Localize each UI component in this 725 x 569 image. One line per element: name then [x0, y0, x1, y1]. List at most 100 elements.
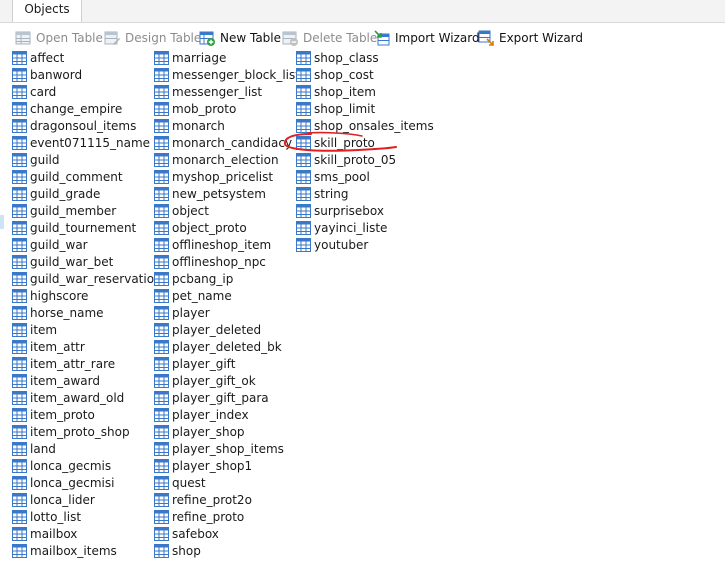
table-item-name: object_proto [172, 221, 247, 235]
delete-table-button[interactable]: Delete Table [281, 27, 377, 49]
table-icon [154, 119, 169, 133]
table-item[interactable]: land [12, 441, 162, 458]
table-item[interactable]: pet_name [154, 288, 300, 305]
tab-objects[interactable]: Objects [12, 0, 82, 22]
table-item[interactable]: item [12, 322, 162, 339]
open-table-button[interactable]: Open Table [14, 27, 103, 49]
table-item[interactable]: card [12, 84, 162, 101]
table-item[interactable]: item_attr_rare [12, 356, 162, 373]
table-item[interactable]: monarch_candidacy [154, 135, 300, 152]
table-icon [12, 340, 27, 354]
table-item[interactable]: safebox [154, 526, 300, 543]
table-item[interactable]: banword [12, 67, 162, 84]
table-item[interactable]: shop_item [296, 84, 434, 101]
table-item[interactable]: guild_grade [12, 186, 162, 203]
table-item[interactable]: myshop_pricelist [154, 169, 300, 186]
table-item[interactable]: item_attr [12, 339, 162, 356]
table-item[interactable]: player_gift_para [154, 390, 300, 407]
table-item[interactable]: quest [154, 475, 300, 492]
import-wizard-label: Import Wizard [395, 31, 480, 45]
table-item[interactable]: guild_war_bet [12, 254, 162, 271]
table-item[interactable]: shop [154, 543, 300, 560]
table-icon [12, 85, 27, 99]
import-wizard-button[interactable]: Import Wizard [373, 27, 480, 49]
table-item[interactable]: shop_limit [296, 101, 434, 118]
table-item[interactable]: change_empire [12, 101, 162, 118]
table-item-name: guild_war_reservation [30, 272, 162, 286]
table-item[interactable]: guild_war_reservation [12, 271, 162, 288]
table-item[interactable]: lonca_gecmisi [12, 475, 162, 492]
table-item[interactable]: messenger_block_list [154, 67, 300, 84]
table-item[interactable]: highscore [12, 288, 162, 305]
export-wizard-button[interactable]: Export Wizard [477, 27, 583, 49]
table-item-name: skill_proto_05 [314, 153, 397, 167]
table-icon [12, 51, 27, 65]
table-item[interactable]: item_proto [12, 407, 162, 424]
table-item[interactable]: player [154, 305, 300, 322]
table-item[interactable]: shop_cost [296, 67, 434, 84]
table-item[interactable]: event071115_name [12, 135, 162, 152]
table-item[interactable]: guild_tournement [12, 220, 162, 237]
table-item[interactable]: refine_proto [154, 509, 300, 526]
table-item[interactable]: monarch [154, 118, 300, 135]
import-wizard-icon [374, 30, 390, 46]
table-item[interactable]: surprisebox [296, 203, 434, 220]
table-item[interactable]: player_deleted_bk [154, 339, 300, 356]
table-item-name: pet_name [172, 289, 232, 303]
table-item[interactable]: pcbang_ip [154, 271, 300, 288]
table-item[interactable]: offlineshop_npc [154, 254, 300, 271]
table-item[interactable]: marriage [154, 50, 300, 67]
new-table-button[interactable]: New Table [198, 27, 281, 49]
table-item[interactable]: messenger_list [154, 84, 300, 101]
table-item[interactable]: yayinci_liste [296, 220, 434, 237]
table-item[interactable]: mob_proto [154, 101, 300, 118]
table-item-name: lonca_lider [30, 493, 95, 507]
table-item[interactable]: shop_class [296, 50, 434, 67]
table-icon [154, 170, 169, 184]
table-item[interactable]: guild_comment [12, 169, 162, 186]
table-item[interactable]: player_shop1 [154, 458, 300, 475]
table-item[interactable]: mailbox_items [12, 543, 162, 560]
table-icon [154, 340, 169, 354]
table-icon [296, 204, 311, 218]
table-item[interactable]: object [154, 203, 300, 220]
table-item-name: shop_onsales_items [314, 119, 434, 133]
table-item-name: affect [30, 51, 65, 65]
table-item[interactable]: player_shop [154, 424, 300, 441]
table-item[interactable]: horse_name [12, 305, 162, 322]
table-item[interactable]: skill_proto_05 [296, 152, 434, 169]
table-item[interactable]: player_gift [154, 356, 300, 373]
table-item[interactable]: monarch_election [154, 152, 300, 169]
table-item[interactable]: string [296, 186, 434, 203]
table-item[interactable]: sms_pool [296, 169, 434, 186]
table-item[interactable]: player_deleted [154, 322, 300, 339]
table-item[interactable]: player_index [154, 407, 300, 424]
table-item[interactable]: shop_onsales_items [296, 118, 434, 135]
table-item[interactable]: player_gift_ok [154, 373, 300, 390]
table-item[interactable]: offlineshop_item [154, 237, 300, 254]
table-item[interactable]: object_proto [154, 220, 300, 237]
table-item-name: marriage [172, 51, 227, 65]
table-item[interactable]: lotto_list [12, 509, 162, 526]
table-item[interactable]: guild_war [12, 237, 162, 254]
table-item[interactable]: new_petsystem [154, 186, 300, 203]
table-item[interactable]: mailbox [12, 526, 162, 543]
table-item[interactable]: refine_prot2o [154, 492, 300, 509]
table-item[interactable]: guild [12, 152, 162, 169]
table-item[interactable]: player_shop_items [154, 441, 300, 458]
table-item[interactable]: lonca_gecmis [12, 458, 162, 475]
table-item[interactable]: guild_member [12, 203, 162, 220]
table-icon [12, 425, 27, 439]
table-item[interactable]: youtuber [296, 237, 434, 254]
table-item[interactable]: skill_proto [296, 135, 434, 152]
design-table-button[interactable]: Design Table [103, 27, 201, 49]
table-item[interactable]: affect [12, 50, 162, 67]
table-item-name: monarch_candidacy [172, 136, 293, 150]
table-item[interactable]: item_proto_shop [12, 424, 162, 441]
table-item[interactable]: item_award [12, 373, 162, 390]
table-item[interactable]: lonca_lider [12, 492, 162, 509]
table-icon [12, 119, 27, 133]
table-item[interactable]: item_award_old [12, 390, 162, 407]
table-item-name: sms_pool [314, 170, 370, 184]
table-item[interactable]: dragonsoul_items [12, 118, 162, 135]
